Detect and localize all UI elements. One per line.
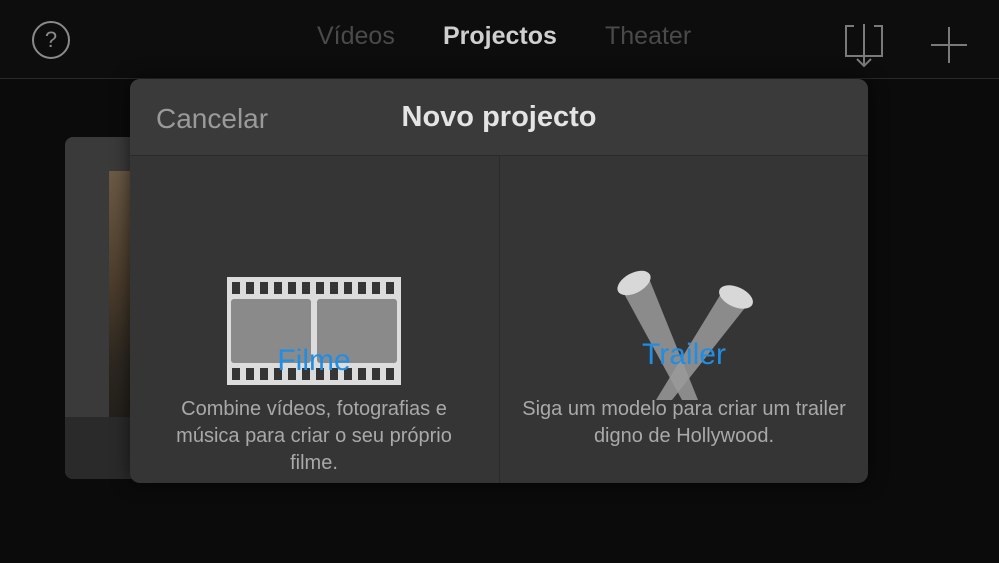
tab-videos[interactable]: Vídeos bbox=[317, 22, 395, 51]
tab-theater[interactable]: Theater bbox=[605, 22, 691, 51]
add-project-icon[interactable] bbox=[930, 26, 968, 64]
movie-option-description: Combine vídeos, fotografias e música par… bbox=[176, 398, 452, 474]
import-icon[interactable] bbox=[844, 22, 884, 70]
movie-option-label: Filme bbox=[277, 344, 351, 377]
tab-projects[interactable]: Projectos bbox=[443, 22, 557, 51]
top-bar: ? Vídeos Projectos Theater bbox=[0, 0, 999, 79]
help-button[interactable]: ? bbox=[32, 21, 70, 59]
trailer-option-label: Trailer bbox=[642, 338, 726, 371]
trailer-option-description: Siga um modelo para criar um trailer dig… bbox=[522, 398, 846, 447]
imovie-screen: ? Vídeos Projectos Theater Cancelar Novo… bbox=[0, 0, 999, 563]
new-project-dialog: Cancelar Novo projecto Filme Combine víd… bbox=[130, 79, 868, 483]
dialog-title: Novo projecto bbox=[401, 101, 597, 133]
movie-option[interactable]: Filme Combine vídeos, fotografias e músi… bbox=[130, 156, 498, 483]
dialog-header: Cancelar Novo projecto bbox=[130, 79, 868, 156]
trailer-option[interactable]: Trailer Siga um modelo para criar um tra… bbox=[499, 156, 868, 483]
